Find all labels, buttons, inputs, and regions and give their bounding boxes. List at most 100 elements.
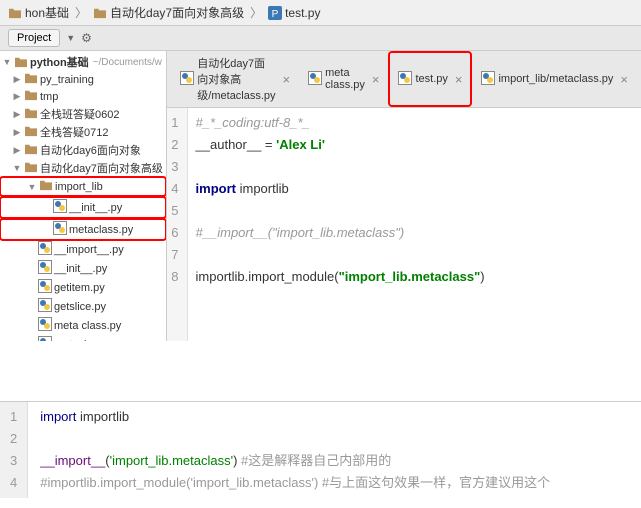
code-line[interactable]: importlib.import_module("import_lib.meta… [196, 266, 633, 288]
tree-label: 自动化day7面向对象高级 [40, 160, 163, 176]
py-icon [53, 221, 67, 238]
tree-label: metaclass.py [54, 339, 118, 342]
expand-icon[interactable]: ▶ [12, 109, 22, 120]
tree-item[interactable]: ▼ import_lib [0, 176, 167, 197]
tree-item[interactable]: ▶ 自动化day6面向对象 [0, 141, 166, 159]
code-content[interactable]: #_*_coding:utf-8_*___author__ = 'Alex Li… [188, 108, 641, 341]
folder-icon [24, 161, 38, 176]
tree-item[interactable]: ▶ 全栈班答疑0602 [0, 105, 166, 123]
py-icon [38, 317, 52, 334]
toolbar: Project ▼ ⚙ [0, 26, 641, 51]
breadcrumb: hon基础 〉 自动化day7面向对象高级 〉 P test.py [0, 0, 641, 26]
breadcrumb-label: hon基础 [25, 4, 69, 21]
code-line[interactable] [40, 428, 629, 450]
tree-item[interactable]: metaclass.py [0, 335, 166, 341]
dropdown-icon[interactable]: ▼ [66, 33, 75, 43]
folder-icon [24, 72, 38, 87]
code-line[interactable] [196, 156, 633, 178]
expand-icon[interactable]: ▶ [12, 74, 22, 85]
main-area: ▼ python基础 ~/Documents/w ▶ py_training ▶… [0, 51, 641, 341]
close-icon[interactable]: × [283, 72, 291, 87]
tree-item[interactable]: getitem.py [0, 278, 166, 297]
code-line[interactable]: import importlib [40, 406, 629, 428]
code-line[interactable]: __author__ = 'Alex Li' [196, 134, 633, 156]
folder-icon [39, 179, 53, 194]
close-icon[interactable]: × [455, 72, 463, 87]
tree-item[interactable]: __init__.py [0, 259, 166, 278]
tree-label: 自动化day6面向对象 [40, 142, 141, 158]
bottom-code-editor[interactable]: 1234 import importlib__import__('import_… [0, 402, 641, 498]
tree-item[interactable]: meta class.py [0, 316, 166, 335]
project-tree[interactable]: ▼ python基础 ~/Documents/w ▶ py_training ▶… [0, 51, 167, 341]
editor-tab[interactable]: test.py × [388, 51, 472, 107]
code-line[interactable] [196, 200, 633, 222]
expand-icon[interactable]: ▼ [12, 163, 22, 173]
settings-icon[interactable]: ⚙ [81, 31, 92, 45]
editor-tab[interactable]: 自动化day7面向对象高级/metaclass.py × [171, 51, 299, 107]
editor-tabs: 自动化day7面向对象高级/metaclass.py × meta class.… [167, 51, 641, 108]
expand-icon[interactable]: ▶ [12, 91, 22, 102]
folder-icon [93, 7, 107, 19]
svg-text:P: P [272, 9, 279, 20]
breadcrumb-item[interactable]: P test.py [268, 6, 320, 20]
breadcrumb-label: 自动化day7面向对象高级 [110, 4, 244, 21]
py-icon [53, 199, 67, 216]
close-icon[interactable]: × [372, 72, 380, 87]
bottom-code-content[interactable]: import importlib __import__('import_lib.m… [28, 402, 641, 498]
expand-icon[interactable]: ▼ [27, 182, 37, 192]
py-icon [38, 260, 52, 277]
expand-icon[interactable]: ▶ [12, 145, 22, 156]
code-line[interactable]: #_*_coding:utf-8_*_ [196, 112, 633, 134]
code-line[interactable]: #__import__("import_lib.metaclass") [196, 222, 633, 244]
tree-item[interactable]: __import__.py [0, 240, 166, 259]
line-number: 4 [171, 178, 178, 200]
py-icon [38, 336, 52, 341]
tree-item[interactable]: ▶ py_training [0, 71, 166, 88]
breadcrumb-label: test.py [285, 6, 320, 20]
expand-icon[interactable]: ▶ [12, 127, 22, 138]
folder-icon [24, 107, 38, 122]
breadcrumb-item[interactable]: 自动化day7面向对象高级 [93, 4, 244, 21]
tree-root[interactable]: ▼ python基础 ~/Documents/w [0, 53, 166, 71]
tree-item[interactable]: ▼ 自动化day7面向对象高级 [0, 159, 166, 177]
tree-label: meta class.py [54, 320, 121, 332]
tree-item[interactable]: metaclass.py [0, 218, 167, 241]
code-line[interactable]: import importlib [196, 178, 633, 200]
tree-label: python基础 [30, 54, 89, 70]
editor-area: 自动化day7面向对象高级/metaclass.py × meta class.… [167, 51, 641, 341]
tree-item[interactable]: ▶ tmp [0, 88, 166, 105]
py-icon [38, 279, 52, 296]
tab-label: 自动化day7面向对象高级/metaclass.py [197, 55, 275, 103]
folder-icon [8, 7, 22, 19]
editor-tab[interactable]: import_lib/metaclass.py × [472, 51, 637, 107]
tree-label: __init__.py [54, 263, 107, 275]
tree-label: import_lib [55, 181, 103, 193]
python-file-icon [180, 71, 194, 88]
tree-item[interactable]: getslice.py [0, 297, 166, 316]
code-editor[interactable]: 12345678 #_*_coding:utf-8_*___author__ =… [167, 108, 641, 341]
close-icon[interactable]: × [620, 72, 628, 87]
tree-item[interactable]: __init__.py [0, 196, 167, 219]
py-icon [38, 241, 52, 258]
tree-label: py_training [40, 74, 94, 86]
code-line[interactable] [196, 244, 633, 266]
expand-icon[interactable]: ▼ [2, 57, 12, 67]
line-number: 2 [10, 428, 17, 450]
project-button[interactable]: Project [8, 29, 60, 47]
code-line[interactable]: #importlib.import_module('import_lib.met… [40, 472, 629, 494]
breadcrumb-item[interactable]: hon基础 [8, 4, 69, 21]
line-number: 8 [171, 266, 178, 288]
python-file-icon: P [268, 6, 282, 20]
editor-tab[interactable]: meta class.py × [299, 51, 388, 107]
line-number: 6 [171, 222, 178, 244]
tree-label: 全栈答疑0712 [40, 124, 108, 140]
code-line[interactable]: __import__('import_lib.metaclass') #这是解释… [40, 450, 629, 472]
python-file-icon [308, 71, 322, 88]
tree-path: ~/Documents/w [93, 57, 162, 68]
tree-label: metaclass.py [69, 224, 133, 236]
line-number: 4 [10, 472, 17, 494]
line-number: 1 [171, 112, 178, 134]
tree-item[interactable]: ▶ 全栈答疑0712 [0, 123, 166, 141]
tree-label: tmp [40, 91, 58, 103]
tree-label: 全栈班答疑0602 [40, 106, 119, 122]
